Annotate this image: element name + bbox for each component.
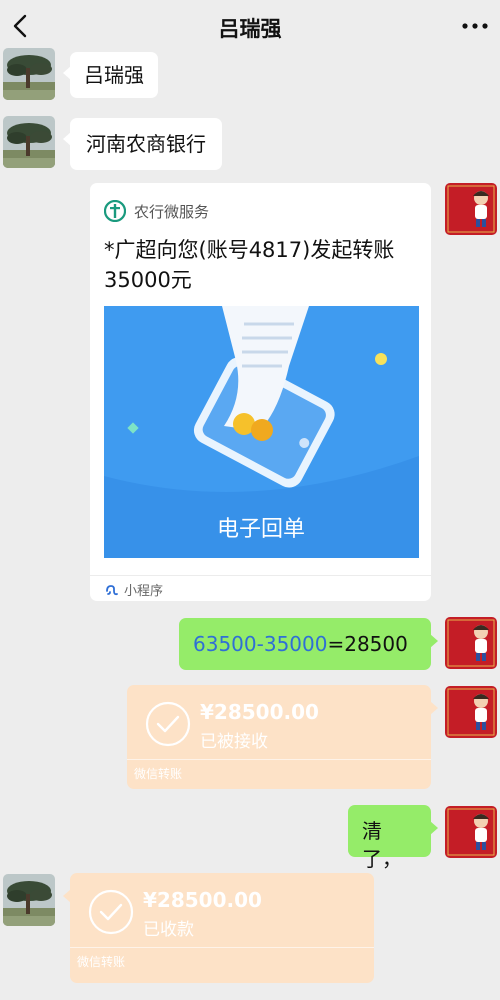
transfer-status: 已被接收 [200,732,268,752]
transfer-card[interactable]: ¥28500.00 已收款 微信转账 [63,873,374,983]
mini-program-card[interactable]: 农行微服务 *广超向您(账号4817)发起转账35000元 电子回单 小程序 [90,183,431,601]
divider [127,759,431,760]
transfer-status: 已收款 [143,920,194,940]
transfer-footer: 微信转账 [134,767,183,781]
transfer-amount: ¥28500.00 [200,700,319,724]
message-bubble[interactable]: 清了， [348,805,438,871]
message-text: =28500 [327,632,408,656]
chat-title: 吕瑞强 [218,17,282,41]
card-source: 农行微服务 [134,202,210,221]
message-bubble[interactable]: 河南农商银行 [63,118,222,170]
card-footer-label: 小程序 [124,584,164,599]
card-text: *广超向您(账号4817)发起转账35000元 [104,238,395,292]
my-avatar[interactable] [445,617,497,669]
message-bubble[interactable]: 吕瑞强 [63,52,158,98]
top-bar: 吕瑞强 [0,0,500,52]
e-receipt-caption: 电子回单 [217,516,305,541]
my-avatar[interactable] [445,806,497,858]
message-link-text[interactable]: 63500-35000 [193,632,327,656]
ellipsis-icon[interactable] [458,10,492,42]
e-receipt-image: 电子回单 [104,306,419,558]
transfer-amount: ¥28500.00 [143,888,262,912]
my-avatar[interactable] [445,686,497,738]
check-circle-icon [88,889,134,935]
message-text: 吕瑞强 [84,63,144,87]
mini-program-icon [106,585,118,596]
message-text: 清了， [362,819,402,871]
my-avatar[interactable] [445,183,497,235]
contact-avatar[interactable] [3,116,55,168]
contact-avatar[interactable] [3,874,55,926]
divider [70,947,374,948]
card-header: 农行微服务 [104,199,209,223]
transfer-card[interactable]: ¥28500.00 已被接收 微信转账 [127,685,438,789]
card-footer: 小程序 [90,575,431,601]
bank-logo-icon [104,200,126,222]
check-circle-icon [145,701,191,747]
message-text: 河南农商银行 [86,132,206,156]
message-bubble[interactable]: 63500-35000=28500 [179,618,438,670]
transfer-footer: 微信转账 [77,955,126,969]
contact-avatar[interactable] [3,48,55,100]
